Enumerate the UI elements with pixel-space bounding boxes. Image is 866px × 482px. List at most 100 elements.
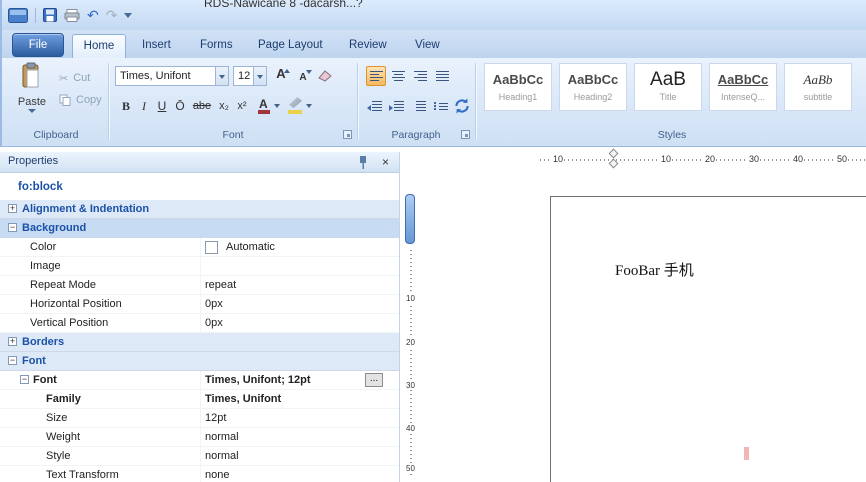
property-label: Vertical Position <box>30 314 108 332</box>
document-text[interactable]: FooBar 手机 <box>615 259 694 280</box>
property-row-style[interactable]: Style normal <box>0 447 399 466</box>
superscript-button[interactable]: x² <box>233 96 251 116</box>
redo-icon[interactable]: ↷ <box>106 7 118 23</box>
property-value[interactable]: 12pt <box>205 409 226 427</box>
property-row-horizontal-position[interactable]: Horizontal Position 0px <box>0 295 399 314</box>
style-card-title[interactable]: AaB Title <box>634 63 702 111</box>
dialog-launcher-icon[interactable] <box>461 130 470 139</box>
ellipsis-button[interactable]: ... <box>365 373 383 387</box>
document-page[interactable]: FooBar 手机 <box>550 196 866 482</box>
category-borders[interactable]: + Borders <box>0 333 399 352</box>
cut-button[interactable]: ✂ Cut <box>59 69 90 87</box>
style-card-heading1[interactable]: AaBbCc Heading1 <box>484 63 552 111</box>
property-row-weight[interactable]: Weight normal <box>0 428 399 447</box>
style-name: Title <box>635 92 701 102</box>
style-name: subtitle <box>785 92 851 102</box>
close-icon[interactable]: × <box>382 154 389 170</box>
text-highlight-button[interactable] <box>287 96 313 116</box>
app-icon[interactable] <box>8 8 28 23</box>
property-row-repeat-mode[interactable]: Repeat Mode repeat <box>0 276 399 295</box>
print-icon[interactable] <box>64 9 80 22</box>
property-row-family[interactable]: Family Times, Unifont <box>0 390 399 409</box>
collapse-icon[interactable]: − <box>8 356 17 365</box>
property-value[interactable]: repeat <box>205 276 236 294</box>
collapse-icon[interactable]: − <box>8 223 17 232</box>
tab-home[interactable]: Home <box>72 34 126 58</box>
paste-button[interactable]: Paste <box>11 62 53 128</box>
style-card-intense-quote[interactable]: AaBbCc IntenseQ... <box>709 63 777 111</box>
tab-insert[interactable]: Insert <box>142 39 171 51</box>
font-name-combo[interactable]: Times, Unifont <box>115 66 229 86</box>
align-left-button[interactable] <box>366 66 386 86</box>
styles-gallery: AaBbCc Heading1 AaBbCc Heading2 AaB Titl… <box>484 63 852 111</box>
underline-button[interactable]: U <box>153 96 171 116</box>
pin-icon[interactable] <box>357 155 369 169</box>
property-value[interactable]: normal <box>205 428 239 446</box>
tab-page-layout[interactable]: Page Layout <box>258 39 323 51</box>
italic-button[interactable]: I <box>135 96 153 116</box>
property-value[interactable]: Times, Unifont; 12pt <box>205 371 311 389</box>
property-row-color[interactable]: Color Automatic <box>0 238 399 257</box>
property-row-size[interactable]: Size 12pt <box>0 409 399 428</box>
dialog-launcher-icon[interactable] <box>343 130 352 139</box>
increase-indent-button[interactable] <box>386 96 406 116</box>
ruler-ticks <box>410 250 412 478</box>
font-color-button[interactable]: A <box>257 96 281 116</box>
paste-caret-icon[interactable] <box>28 109 36 113</box>
chevron-down-icon[interactable] <box>306 104 312 108</box>
property-value[interactable]: none <box>205 466 229 482</box>
undo-icon[interactable]: ↶ <box>87 7 99 23</box>
property-value[interactable]: Automatic <box>226 238 275 256</box>
scroll-thumb[interactable] <box>405 194 415 244</box>
tab-forms[interactable]: Forms <box>200 39 233 51</box>
strikethrough-button[interactable]: abe <box>189 96 215 116</box>
font-name-value: Times, Unifont <box>120 70 191 82</box>
property-value[interactable]: normal <box>205 447 239 465</box>
toolbar-options-caret-icon[interactable] <box>124 13 132 18</box>
clipboard-icon <box>22 62 42 90</box>
property-value[interactable]: 0px <box>205 314 223 332</box>
category-background[interactable]: − Background <box>0 219 399 238</box>
indent-marker-bottom[interactable] <box>609 159 619 169</box>
chevron-down-icon[interactable] <box>253 67 266 85</box>
indent-marker-top[interactable] <box>609 149 619 159</box>
property-row-font[interactable]: − Font Times, Unifont; 12pt ... <box>0 371 399 390</box>
tab-file[interactable]: File <box>12 33 64 57</box>
collapse-icon[interactable]: − <box>20 375 29 384</box>
group-label-paragraph: Paragraph <box>357 129 475 141</box>
line-spacing-button[interactable] <box>408 96 428 116</box>
document-area[interactable]: 10 10 20 30 40 50 10 20 30 40 50 <box>401 152 866 482</box>
property-row-text-transform[interactable]: Text Transform none <box>0 466 399 482</box>
tab-view[interactable]: View <box>415 39 440 51</box>
align-center-button[interactable] <box>388 66 408 86</box>
tab-review[interactable]: Review <box>349 39 387 51</box>
property-value[interactable]: Times, Unifont <box>205 390 281 408</box>
align-right-button[interactable] <box>410 66 430 86</box>
list-button[interactable] <box>430 96 450 116</box>
justify-button[interactable] <box>432 66 452 86</box>
expand-icon[interactable]: + <box>8 204 17 213</box>
font-size-combo[interactable]: 12 <box>233 66 267 86</box>
property-row-vertical-position[interactable]: Vertical Position 0px <box>0 314 399 333</box>
category-font[interactable]: − Font <box>0 352 399 371</box>
style-card-subtitle[interactable]: AaBb subtitle <box>784 63 852 111</box>
color-swatch[interactable] <box>205 241 218 254</box>
save-icon[interactable] <box>43 8 57 22</box>
decrease-indent-button[interactable] <box>364 96 384 116</box>
property-value[interactable]: 0px <box>205 295 223 313</box>
expand-icon[interactable]: + <box>8 337 17 346</box>
style-card-heading2[interactable]: AaBbCc Heading2 <box>559 63 627 111</box>
shrink-font-button[interactable]: A <box>293 66 313 86</box>
refresh-icon[interactable] <box>453 97 471 115</box>
overline-button[interactable]: Ō <box>171 96 189 116</box>
subscript-button[interactable]: x₂ <box>215 96 233 116</box>
property-row-image[interactable]: Image <box>0 257 399 276</box>
copy-button[interactable]: Copy <box>59 91 102 109</box>
clear-formatting-eraser-icon[interactable] <box>317 68 333 82</box>
category-alignment-indentation[interactable]: + Alignment & Indentation <box>0 200 399 219</box>
chevron-down-icon[interactable] <box>274 104 280 108</box>
bold-button[interactable]: B <box>117 96 135 116</box>
grow-font-button[interactable]: A <box>271 66 291 86</box>
chevron-down-icon[interactable] <box>215 67 228 85</box>
indent-marker[interactable] <box>609 150 618 170</box>
